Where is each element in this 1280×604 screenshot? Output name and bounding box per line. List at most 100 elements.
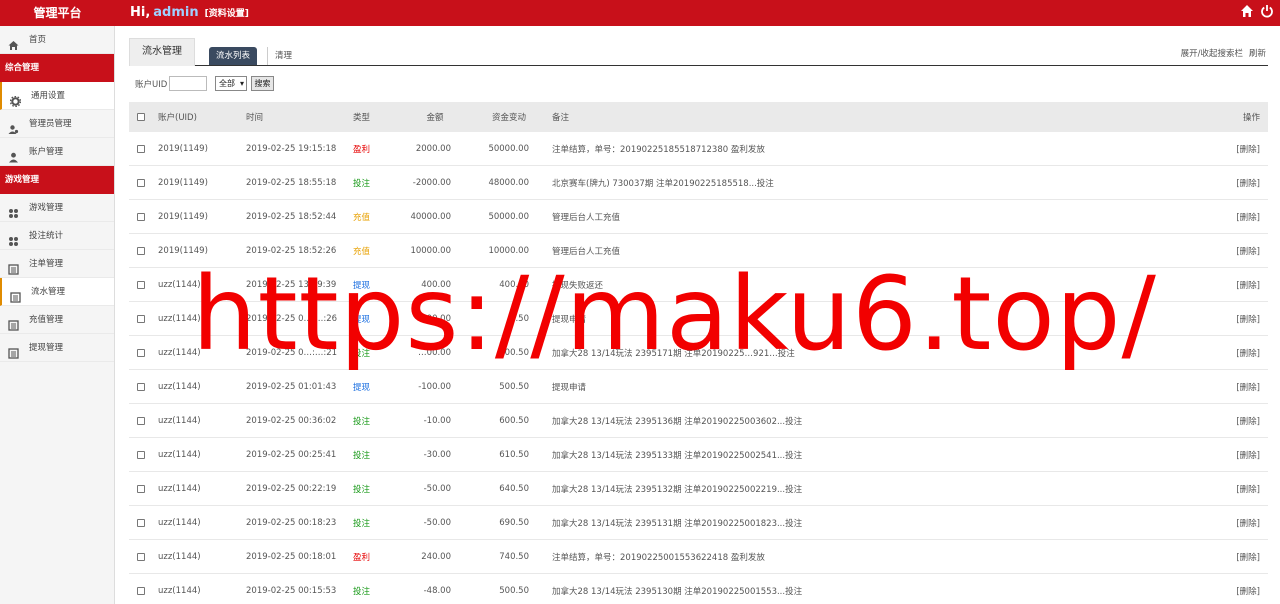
sidebar-item[interactable]: 充值管理 xyxy=(0,306,114,334)
sidebar-item-label: 首页 xyxy=(29,35,47,45)
cell-amount: -50.00 xyxy=(423,483,451,494)
sidebar-item[interactable]: 提现管理 xyxy=(0,334,114,362)
delete-link[interactable]: [删除] xyxy=(1236,438,1260,471)
uid-input[interactable] xyxy=(169,76,207,91)
sidebar-item-label: 投注统计 xyxy=(29,231,64,241)
table-row: 2019(1149) 2019-02-25 18:55:18 投注 -2000.00 4… xyxy=(129,166,1268,200)
home-icon[interactable] xyxy=(1240,4,1254,18)
cell-type: 投注 xyxy=(353,518,371,529)
row-checkbox[interactable] xyxy=(137,212,145,221)
subtab-clear[interactable]: 清理 xyxy=(267,47,292,65)
delete-link[interactable]: [删除] xyxy=(1236,404,1260,437)
sidebar-item[interactable]: 投注统计 xyxy=(0,222,114,250)
delete-link[interactable]: [删除] xyxy=(1236,574,1260,604)
row-checkbox[interactable] xyxy=(137,144,145,153)
table-row: uzz(1144) 2019-02-25 00:18:01 盈利 240.00 740.… xyxy=(129,540,1268,574)
cell-amount: -10.00 xyxy=(423,415,451,426)
delete-link[interactable]: [删除] xyxy=(1236,302,1260,335)
delete-link[interactable]: [删除] xyxy=(1236,200,1260,233)
cell-time: 2019-02-25 01:01:43 xyxy=(246,381,337,392)
type-select[interactable]: 全部 xyxy=(215,76,247,91)
brand-title: 管理平台 xyxy=(33,6,82,20)
row-checkbox[interactable] xyxy=(137,348,145,357)
row-checkbox[interactable] xyxy=(137,314,145,323)
delete-link[interactable]: [删除] xyxy=(1236,234,1260,267)
cell-amount: 40000.00 xyxy=(410,211,451,222)
cell-time: 2019-02-25 18:52:44 xyxy=(246,211,337,222)
cell-uid: uzz(1144) xyxy=(158,381,201,392)
row-checkbox[interactable] xyxy=(137,586,145,595)
uid-label: 账户UID xyxy=(135,80,168,90)
list-icon xyxy=(10,287,21,303)
cell-note: 加拿大28 13/14玩法 2395132期 注单20190225002219.… xyxy=(552,484,803,495)
cell-uid: uzz(1144) xyxy=(158,585,201,596)
row-checkbox[interactable] xyxy=(137,552,145,561)
search-button[interactable]: 搜索 xyxy=(251,76,274,91)
table-row: uzz(1144) 2019-02-25 01:01:43 提现 -100.00 500… xyxy=(129,370,1268,404)
header-op: 操作 xyxy=(1242,113,1260,123)
username: admin xyxy=(153,5,199,20)
main-content: 流水管理 流水列表 清理 展开/收起搜索栏刷新 账户UID 全部 搜索 账户(U… xyxy=(129,38,1268,597)
delete-link[interactable]: [删除] xyxy=(1236,472,1260,505)
cell-type: 盈利 xyxy=(353,552,371,563)
cell-note: 加拿大28 13/14玩法 2395133期 注单20190225002541.… xyxy=(552,450,803,461)
delete-link[interactable]: [删除] xyxy=(1236,166,1260,199)
cell-time: 2019-02-25 00:15:53 xyxy=(246,585,337,596)
sidebar-item[interactable]: 注单管理 xyxy=(0,250,114,278)
delete-link[interactable]: [删除] xyxy=(1236,540,1260,573)
sidebar-item[interactable]: 首页 xyxy=(0,26,114,54)
refresh-link[interactable]: 刷新 xyxy=(1249,49,1266,59)
cell-uid: 2019(1149) xyxy=(158,143,208,154)
header-change: 资金变动 xyxy=(491,113,526,123)
sidebar-item[interactable]: 游戏管理 xyxy=(0,194,114,222)
select-all-checkbox[interactable] xyxy=(137,113,145,121)
toggle-search-link[interactable]: 展开/收起搜索栏 xyxy=(1181,49,1243,59)
sidebar-item[interactable]: 流水管理 xyxy=(0,278,114,306)
game-icon xyxy=(8,203,19,218)
sidebar-item-label: 流水管理 xyxy=(31,287,66,297)
row-checkbox[interactable] xyxy=(137,484,145,493)
subtab-flow-list[interactable]: 流水列表 xyxy=(209,47,258,65)
cell-uid: uzz(1144) xyxy=(158,551,201,562)
stats-icon xyxy=(8,231,19,246)
cell-time: 2019-02-25 00:36:02 xyxy=(246,415,337,426)
cell-type: 提现 xyxy=(353,382,371,393)
cell-amount: -100.00 xyxy=(418,381,451,392)
header-time: 时间 xyxy=(246,113,264,123)
delete-link[interactable]: [删除] xyxy=(1236,506,1260,539)
cell-note: 北京赛车(牌九) 730037期 注单20190225185518...投注 xyxy=(552,178,774,189)
table-row: uzz(1144) 2019-02-25 00:25:41 投注 -30.00 610.… xyxy=(129,438,1268,472)
cell-amount: -48.00 xyxy=(423,585,451,596)
tab-flow-management[interactable]: 流水管理 xyxy=(129,38,195,66)
row-checkbox[interactable] xyxy=(137,382,145,391)
sidebar-section: 游戏管理 xyxy=(0,166,114,194)
delete-link[interactable]: [删除] xyxy=(1236,132,1260,165)
cell-time: 2019-02-25 00:22:19 xyxy=(246,483,337,494)
cell-uid: uzz(1144) xyxy=(158,517,201,528)
row-checkbox[interactable] xyxy=(137,280,145,289)
delete-link[interactable]: [删除] xyxy=(1236,336,1260,369)
table-row: 2019(1149) 2019-02-25 18:52:44 充值 40000.00 5… xyxy=(129,200,1268,234)
sidebar-item[interactable]: 管理员管理 xyxy=(0,110,114,138)
cell-uid: 2019(1149) xyxy=(158,177,208,188)
sidebar-item-label: 通用设置 xyxy=(31,91,66,101)
cell-time: 2019-02-25 00:18:23 xyxy=(246,517,337,528)
profile-settings-link[interactable]: [资料设置] xyxy=(205,9,249,19)
cell-change: 690.50 xyxy=(499,517,529,528)
row-checkbox[interactable] xyxy=(137,416,145,425)
cell-type: 投注 xyxy=(353,450,371,461)
sidebar-item[interactable]: 通用设置 xyxy=(0,82,114,110)
row-checkbox[interactable] xyxy=(137,246,145,255)
sidebar-item-label: 充值管理 xyxy=(29,315,64,325)
top-bar: 管理平台 Hi, admin [资料设置] xyxy=(0,0,1280,26)
sidebar-item[interactable]: 账户管理 xyxy=(0,138,114,166)
cell-change: 50000.00 xyxy=(488,143,529,154)
cell-change: 610.50 xyxy=(499,449,529,460)
row-checkbox[interactable] xyxy=(137,178,145,187)
row-checkbox[interactable] xyxy=(137,518,145,527)
delete-link[interactable]: [删除] xyxy=(1236,268,1260,301)
gear-icon xyxy=(9,91,22,108)
row-checkbox[interactable] xyxy=(137,450,145,459)
delete-link[interactable]: [删除] xyxy=(1236,370,1260,403)
power-icon[interactable] xyxy=(1260,4,1274,18)
